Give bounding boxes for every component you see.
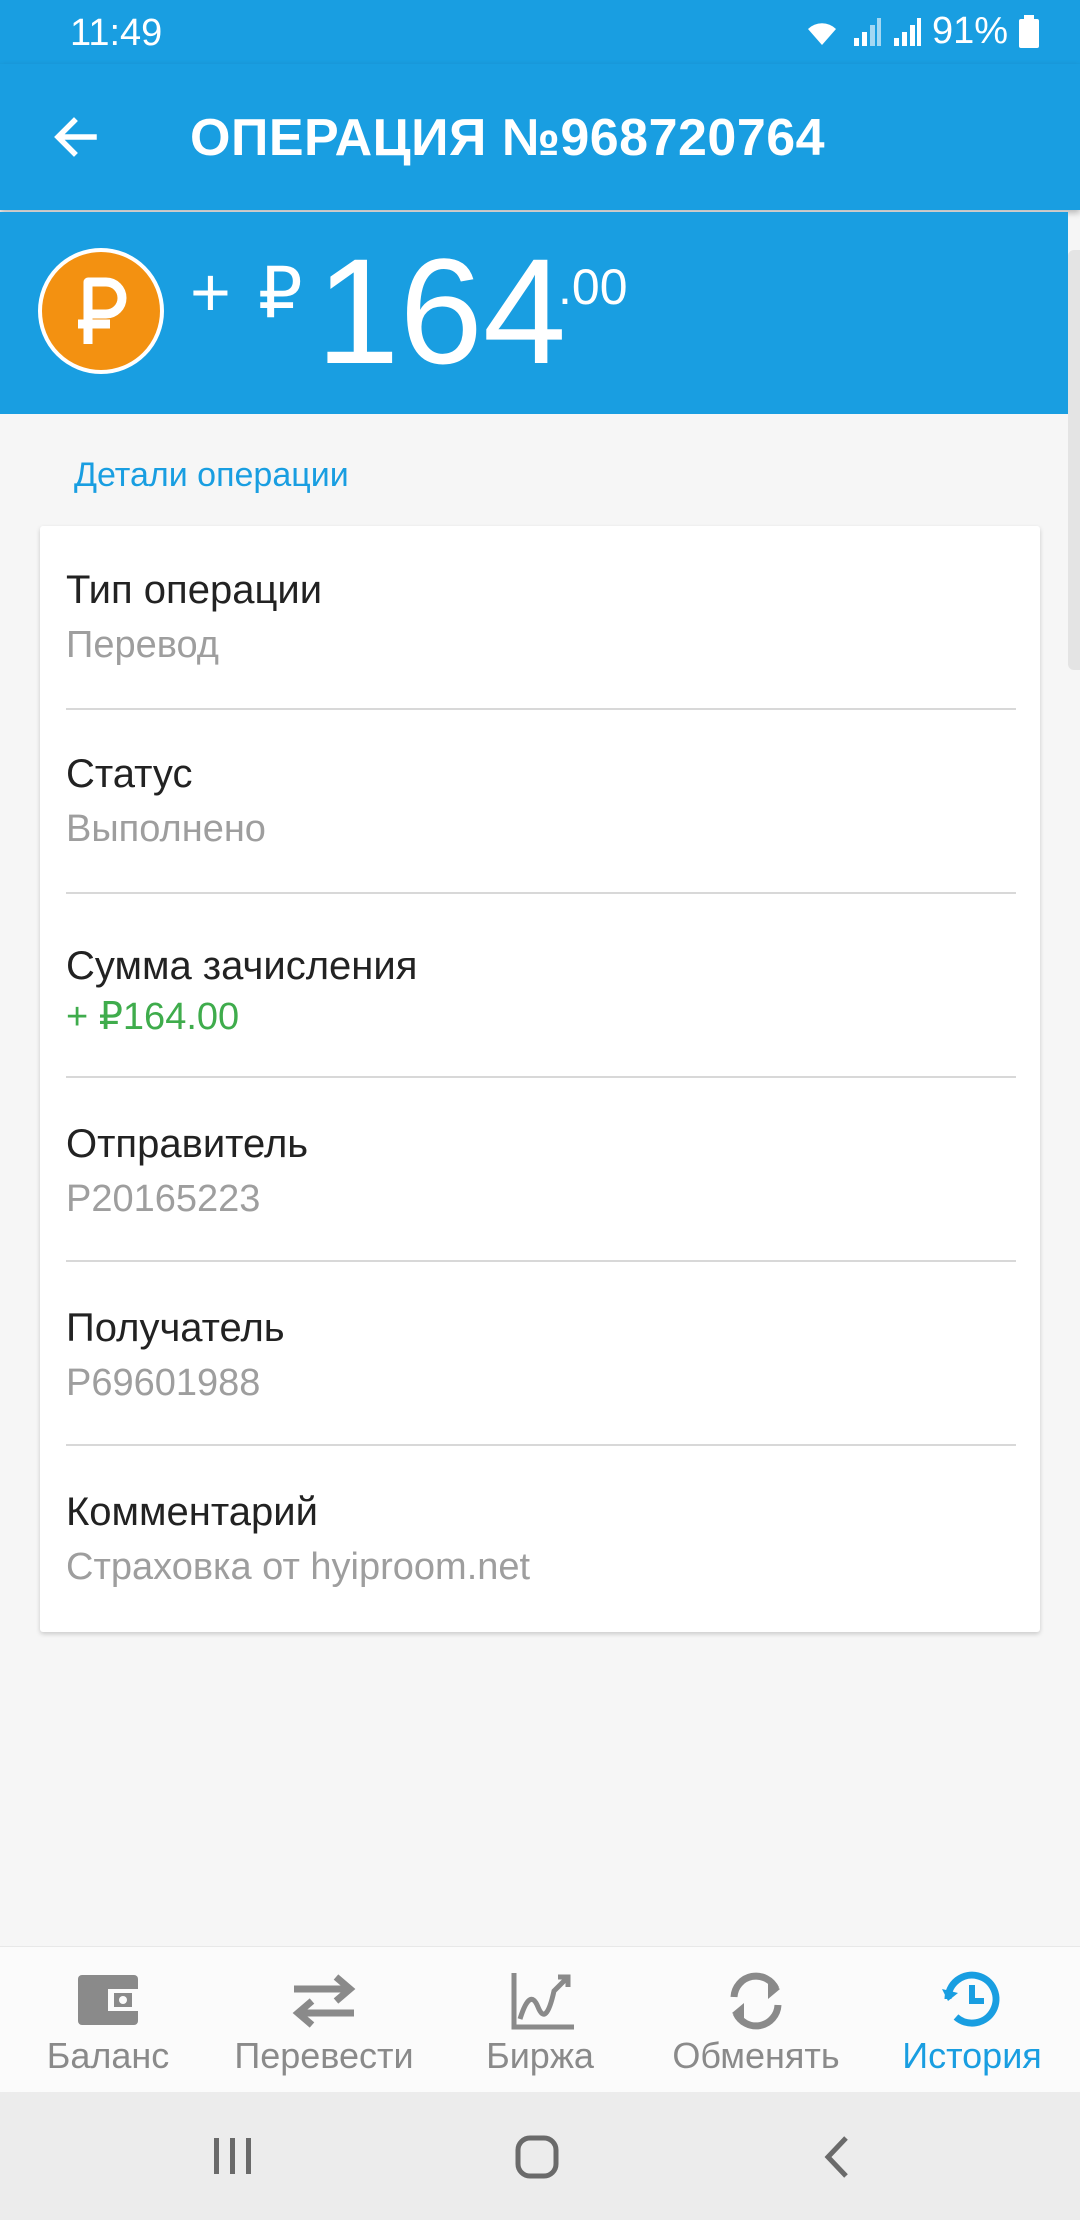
detail-label: Сумма зачисления: [66, 944, 418, 988]
detail-value: P69601988: [66, 1362, 261, 1404]
wifi-icon: [807, 22, 836, 45]
detail-label: Комментарий: [66, 1490, 318, 1534]
nav-exchange[interactable]: Биржа: [432, 1947, 648, 2093]
amount-integer: 164: [316, 227, 567, 395]
back-icon[interactable]: [820, 2134, 856, 2180]
detail-value: Страховка от hyiproom.net: [66, 1546, 531, 1588]
nav-label: История: [902, 2035, 1042, 2076]
nav-label: Обменять: [672, 2035, 840, 2076]
detail-value: Выполнено: [66, 808, 266, 850]
scroll-indicator: [1068, 250, 1080, 670]
battery-percent: 91%: [931, 10, 1008, 52]
status-icons: 91%: [802, 10, 1040, 53]
wallet-icon: [78, 1975, 138, 2025]
nav-label: Перевести: [234, 2035, 414, 2076]
bottom-navigation: Баланс Перевести Биржа Обменять История: [0, 1946, 1080, 2093]
signal-icon-2: [893, 17, 921, 46]
detail-row-sender: Отправитель P20165223: [66, 1078, 1016, 1262]
amount-sign: +: [190, 253, 231, 331]
status-time: 11:49: [70, 12, 163, 54]
app-bar: ОПЕРАЦИЯ №968720764: [0, 64, 1080, 210]
detail-label: Получатель: [66, 1306, 285, 1350]
nav-label: Баланс: [46, 2035, 170, 2076]
nav-label: Биржа: [486, 2035, 594, 2076]
details-section-title: Детали операции: [74, 456, 349, 494]
detail-label: Тип операции: [66, 568, 323, 612]
detail-value: Перевод: [66, 624, 219, 666]
detail-row-comment: Комментарий Страховка от hyiproom.net: [66, 1446, 1016, 1630]
ruble-coin-icon: [38, 248, 164, 374]
page-title: ОПЕРАЦИЯ №968720764: [190, 109, 826, 167]
detail-row-status: Статус Выполнено: [66, 710, 1016, 894]
nav-swap[interactable]: Обменять: [648, 1947, 864, 2093]
nav-transfer[interactable]: Перевести: [216, 1947, 432, 2093]
detail-row-type: Тип операции Перевод: [66, 526, 1016, 710]
amount-currency: ₽: [258, 254, 303, 332]
amount-banner: + ₽ 164 .00: [0, 212, 1068, 414]
status-bar: 11:49 91%: [0, 0, 1080, 64]
refresh-icon: [730, 1972, 782, 2030]
transfer-arrows-icon: [292, 1974, 356, 2028]
history-icon: [942, 1971, 1000, 2027]
back-arrow-icon[interactable]: [48, 109, 104, 165]
recent-apps-icon[interactable]: [210, 2136, 256, 2176]
detail-row-recipient: Получатель P69601988: [66, 1262, 1016, 1446]
detail-label: Отправитель: [66, 1122, 309, 1166]
detail-value-amount: + ₽164.00: [66, 996, 240, 1038]
details-card: Тип операции Перевод Статус Выполнено Су…: [40, 526, 1040, 1632]
home-icon[interactable]: [514, 2134, 560, 2180]
detail-row-amount: Сумма зачисления + ₽164.00: [66, 894, 1016, 1078]
system-navigation-bar: [0, 2092, 1080, 2220]
chart-icon: [511, 1973, 574, 2030]
detail-label: Статус: [66, 752, 193, 796]
nav-balance[interactable]: Баланс: [0, 1947, 216, 2093]
battery-icon: [1019, 14, 1039, 48]
signal-icon: [853, 17, 881, 46]
nav-history[interactable]: История: [864, 1947, 1080, 2093]
amount-decimal: .00: [558, 259, 628, 315]
detail-value: P20165223: [66, 1178, 261, 1220]
